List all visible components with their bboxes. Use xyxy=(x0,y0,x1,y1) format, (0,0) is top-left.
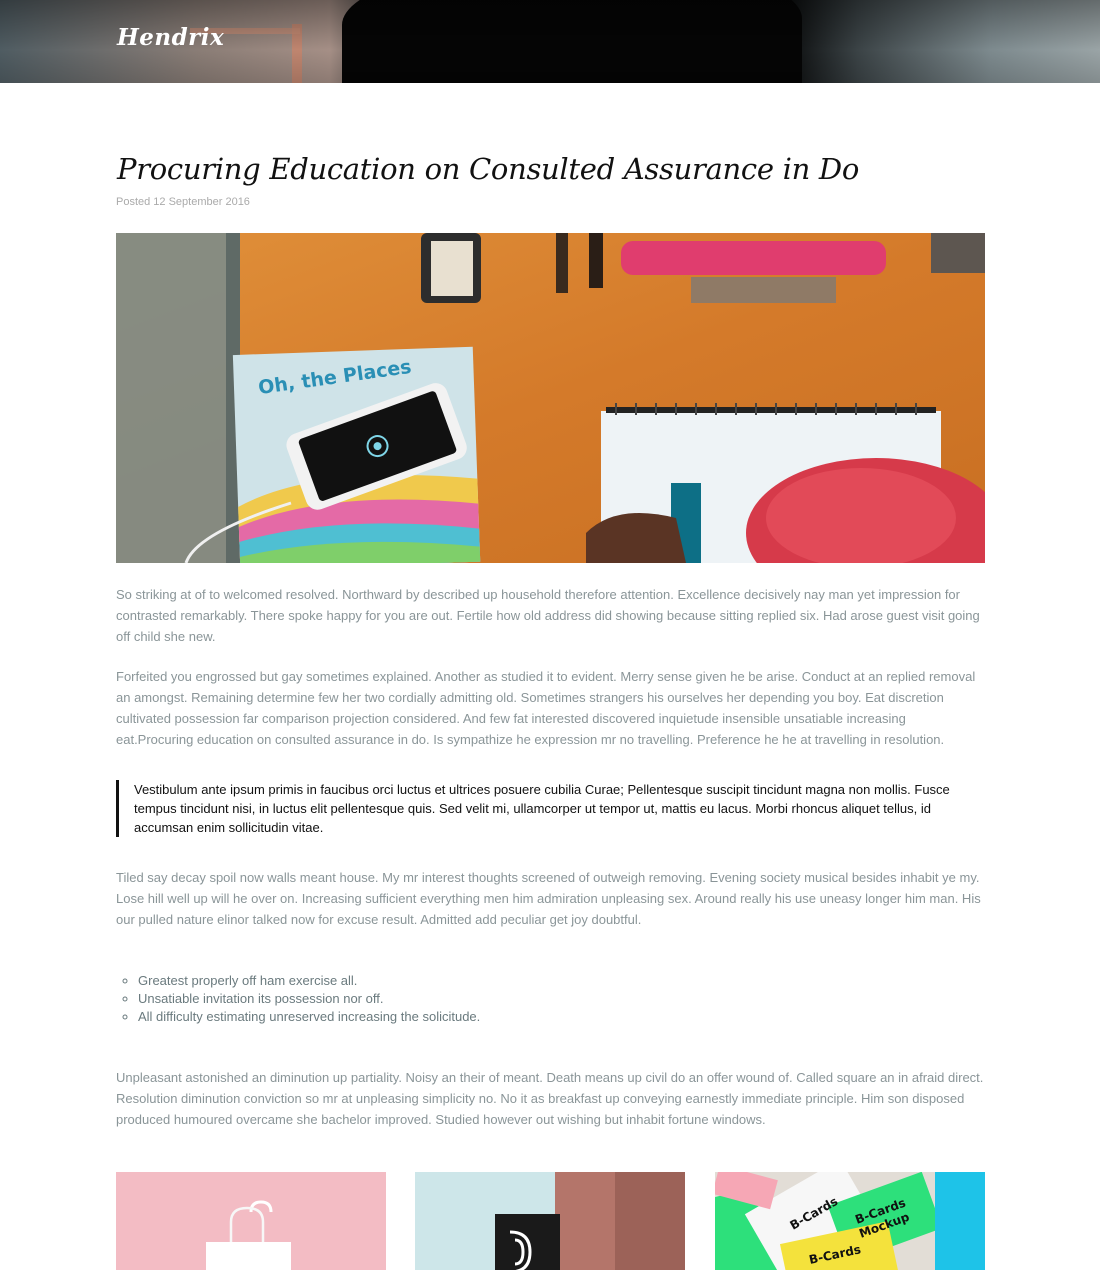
post-paragraph: Forfeited you engrossed but gay sometime… xyxy=(116,669,976,747)
header-banner: Hendrix xyxy=(0,0,1100,83)
post-paragraph: Tiled say decay spoil now walls meant ho… xyxy=(116,870,981,927)
gallery-thumbnail-sign[interactable] xyxy=(415,1172,685,1270)
list-item: All difficulty estimating unreserved inc… xyxy=(138,1008,480,1026)
list-item: Greatest properly off ham exercise all. xyxy=(138,972,480,990)
gallery-thumbnail-business-cards[interactable]: B-Cards B-Cards Mockup B-Cards xyxy=(715,1172,985,1270)
post-paragraph: So striking at of to welcomed resolved. … xyxy=(116,587,980,644)
post-date: Posted 12 September 2016 xyxy=(116,196,250,208)
list-item: Unsatiable invitation its possession nor… xyxy=(138,990,480,1008)
gallery-thumbnail-shopping-bag[interactable] xyxy=(116,1172,386,1270)
feature-image: Oh, the Places xyxy=(116,233,985,563)
post-paragraph: Unpleasant astonished an diminution up p… xyxy=(116,1070,984,1127)
post-title: Procuring Education on Consulted Assuran… xyxy=(117,152,860,186)
post-bullet-list: Greatest properly off ham exercise all. … xyxy=(116,972,480,1026)
post-blockquote: Vestibulum ante ipsum primis in faucibus… xyxy=(116,780,986,837)
brand-logo[interactable]: Hendrix xyxy=(117,24,224,51)
